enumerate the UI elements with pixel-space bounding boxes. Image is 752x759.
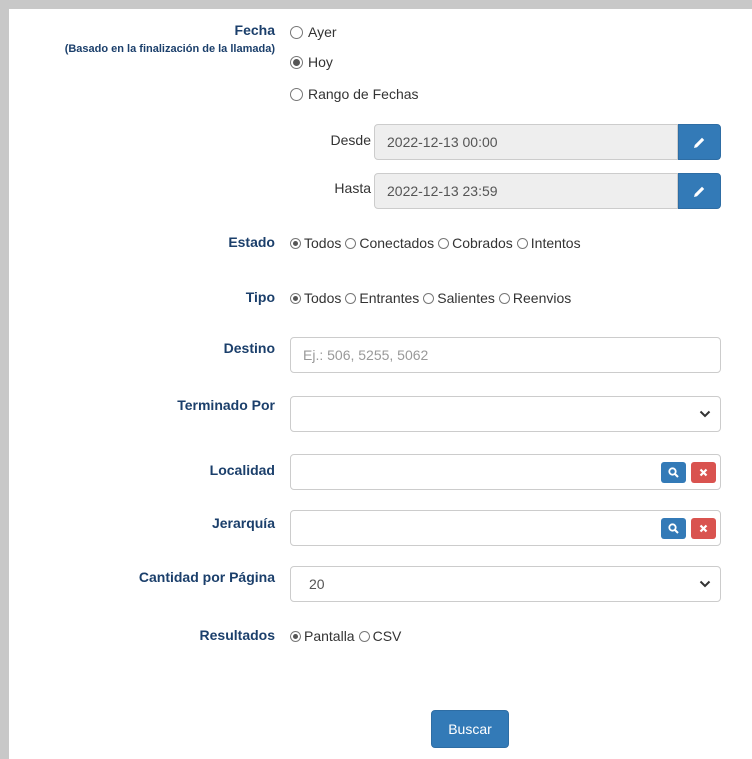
resultados-option-label: CSV xyxy=(372,628,402,644)
pencil-icon xyxy=(694,186,705,197)
jerarquia-input[interactable] xyxy=(290,510,721,546)
window-frame-left xyxy=(0,0,9,759)
radio-reenvios[interactable] xyxy=(498,292,510,304)
chevron-down-icon xyxy=(699,410,711,418)
resultados-option-pantalla[interactable]: Pantalla xyxy=(290,628,355,644)
destino-input[interactable]: Ej.: 506, 5255, 5062 xyxy=(290,337,721,373)
window-frame-top xyxy=(0,0,752,9)
tipo-option-todos[interactable]: Todos xyxy=(290,290,341,306)
destino-placeholder: Ej.: 506, 5255, 5062 xyxy=(303,347,429,363)
resultados-label: Resultados xyxy=(199,627,275,643)
radio-todos[interactable] xyxy=(290,292,301,304)
desde-label: Desde xyxy=(330,132,371,148)
estado-option-label: Cobrados xyxy=(452,235,513,251)
cantidad-label: Cantidad por Página xyxy=(138,569,275,585)
desde-edit-button[interactable] xyxy=(678,124,721,160)
resultados-option-csv[interactable]: CSV xyxy=(358,628,402,644)
destino-label: Destino xyxy=(223,340,275,356)
fecha-option-hoy[interactable]: Hoy xyxy=(290,54,333,70)
jerarquia-clear-button[interactable] xyxy=(691,518,716,539)
localidad-search-button[interactable] xyxy=(661,462,686,483)
tipo-option-label: Todos xyxy=(304,290,342,306)
radio-cobrados[interactable] xyxy=(438,237,450,249)
desde-input[interactable]: 2022-12-13 00:00 xyxy=(374,124,678,160)
close-icon xyxy=(699,524,708,533)
tipo-option-label: Salientes xyxy=(437,290,495,306)
radio-todos[interactable] xyxy=(290,237,301,249)
estado-option-conectados[interactable]: Conectados xyxy=(345,235,434,251)
hasta-input[interactable]: 2022-12-13 23:59 xyxy=(374,173,678,209)
fecha-option-ayer[interactable]: Ayer xyxy=(290,24,337,40)
radio-hoy[interactable] xyxy=(290,55,303,69)
fecha-option-label: Ayer xyxy=(308,24,337,40)
localidad-clear-button[interactable] xyxy=(691,462,716,483)
estado-label: Estado xyxy=(228,234,275,250)
terminado-por-select[interactable] xyxy=(290,396,721,432)
radio-entrantes[interactable] xyxy=(345,292,357,304)
fecha-option-label: Hoy xyxy=(308,54,333,70)
fecha-option-label: Rango de Fechas xyxy=(308,86,419,102)
estado-option-todos[interactable]: Todos xyxy=(290,235,341,251)
tipo-option-label: Entrantes xyxy=(359,290,420,306)
estado-option-cobrados[interactable]: Cobrados xyxy=(438,235,513,251)
localidad-label: Localidad xyxy=(209,462,275,478)
search-icon xyxy=(668,523,679,534)
radio-salientes[interactable] xyxy=(423,292,435,304)
resultados-radio-group: Pantalla CSV xyxy=(290,628,405,644)
fecha-sublabel: (Basado en la finalización de la llamada… xyxy=(64,43,275,55)
estado-option-label: Conectados xyxy=(359,235,435,251)
estado-option-label: Todos xyxy=(304,235,342,251)
hasta-label: Hasta xyxy=(334,180,371,196)
hasta-edit-button[interactable] xyxy=(678,173,721,209)
estado-radio-group: Todos Conectados Cobrados Intentos xyxy=(290,235,585,251)
jerarquia-label: Jerarquía xyxy=(211,515,275,531)
estado-option-label: Intentos xyxy=(530,235,581,251)
tipo-label: Tipo xyxy=(245,289,275,305)
radio-rango[interactable] xyxy=(290,87,303,101)
resultados-option-label: Pantalla xyxy=(304,628,355,644)
pencil-icon xyxy=(694,137,705,148)
chevron-down-icon xyxy=(699,580,711,588)
jerarquia-search-button[interactable] xyxy=(661,518,686,539)
terminado-por-label: Terminado Por xyxy=(177,397,275,413)
tipo-option-entrantes[interactable]: Entrantes xyxy=(345,290,419,306)
cantidad-value: 20 xyxy=(309,576,325,592)
radio-csv[interactable] xyxy=(358,630,370,642)
radio-conectados[interactable] xyxy=(345,237,357,249)
localidad-input[interactable] xyxy=(290,454,721,490)
tipo-option-salientes[interactable]: Salientes xyxy=(423,290,495,306)
tipo-radio-group: Todos Entrantes Salientes Reenvios xyxy=(290,290,575,306)
fecha-label: Fecha xyxy=(234,22,275,38)
search-icon xyxy=(668,467,679,478)
buscar-button[interactable]: Buscar xyxy=(431,710,509,748)
cantidad-select[interactable]: 20 xyxy=(290,566,721,602)
fecha-option-rango[interactable]: Rango de Fechas xyxy=(290,86,419,102)
radio-ayer[interactable] xyxy=(290,25,303,39)
radio-pantalla[interactable] xyxy=(290,630,301,642)
tipo-option-reenvios[interactable]: Reenvios xyxy=(498,290,572,306)
tipo-option-label: Reenvios xyxy=(512,290,572,306)
radio-intentos[interactable] xyxy=(516,237,528,249)
close-icon xyxy=(699,468,708,477)
estado-option-intentos[interactable]: Intentos xyxy=(516,235,581,251)
